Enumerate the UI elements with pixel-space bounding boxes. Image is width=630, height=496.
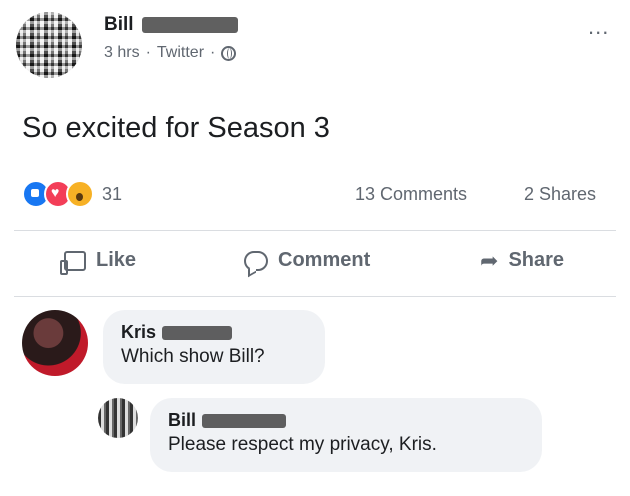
author-name[interactable]: Bill: [104, 14, 134, 36]
reaction-summary[interactable]: 31: [22, 180, 122, 208]
reply-text: Please respect my privacy, Kris.: [168, 434, 437, 455]
speech-bubble-icon: [244, 250, 268, 271]
name-redaction: [202, 413, 287, 428]
share-button[interactable]: ➦ Share: [480, 249, 564, 272]
name-redaction: [162, 325, 233, 340]
shares-count[interactable]: 2 Shares: [524, 184, 596, 205]
post-meta: 3 hrs · Twitter ·: [104, 44, 237, 62]
commenter-name[interactable]: Kris: [121, 322, 156, 343]
post-text: So excited for Season 3: [22, 112, 330, 144]
wow-reaction-icon: [66, 180, 94, 208]
divider: [14, 296, 616, 297]
commenter-name-row: Kris: [121, 322, 307, 343]
author-avatar[interactable]: [16, 12, 82, 78]
meta-separator: ·: [145, 44, 151, 61]
meta-separator: ·: [210, 44, 216, 61]
more-options-button[interactable]: ...: [588, 14, 609, 40]
comments-count[interactable]: 13 Comments: [355, 184, 467, 205]
share-label: Share: [508, 249, 565, 271]
post-time[interactable]: 3 hrs: [104, 44, 140, 62]
reply-name-row: Bill: [168, 410, 524, 431]
divider: [14, 230, 616, 231]
globe-icon: [221, 45, 237, 61]
comment-bubble: Kris Which show Bill?: [103, 310, 325, 384]
reply-author-name[interactable]: Bill: [168, 410, 196, 431]
thumbs-up-icon: [60, 250, 86, 275]
comment-button[interactable]: Comment: [244, 249, 370, 272]
name-redaction: [141, 17, 238, 33]
post-source: Twitter: [156, 44, 205, 61]
like-button[interactable]: Like: [60, 249, 137, 275]
commenter-avatar[interactable]: [22, 310, 88, 376]
reply-bubble: Bill Please respect my privacy, Kris.: [150, 398, 542, 472]
reply-avatar[interactable]: [98, 398, 138, 438]
comment-label: Comment: [278, 249, 371, 271]
comment-text: Which show Bill?: [121, 346, 265, 367]
reaction-count: 31: [102, 183, 123, 204]
like-label: Like: [96, 249, 137, 271]
author-name-row: Bill: [104, 14, 238, 36]
share-arrow-icon: ➦: [480, 247, 499, 273]
